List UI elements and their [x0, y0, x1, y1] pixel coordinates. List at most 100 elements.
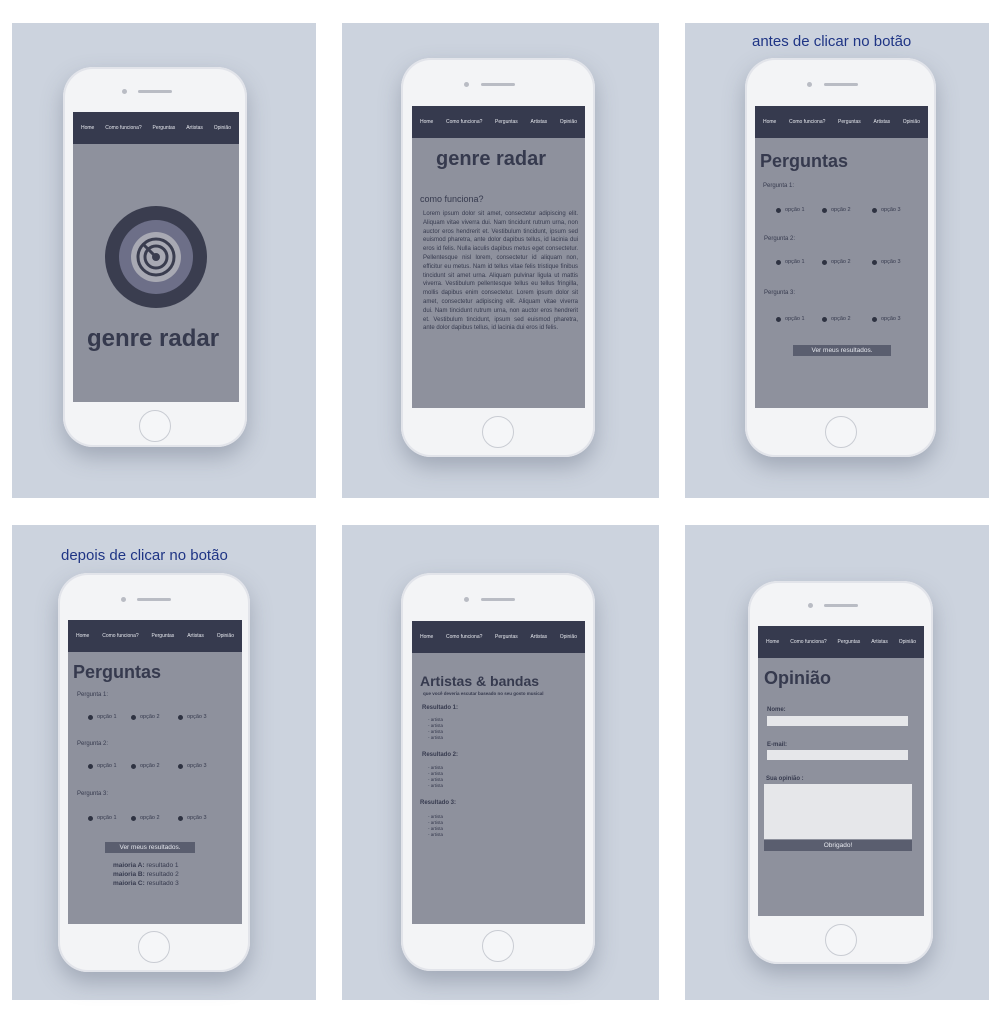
phone-frame: Home Como funciona? Perguntas Artistas O… [401, 58, 595, 457]
ver-resultados-button[interactable]: Ver meus resultados. [105, 842, 195, 853]
radio-icon[interactable] [872, 207, 877, 213]
phone-frame: Home Como funciona? Perguntas Artistas O… [63, 67, 247, 447]
radio-icon[interactable] [872, 316, 877, 322]
radio-icon[interactable] [178, 815, 183, 821]
radio-icon[interactable] [178, 714, 183, 720]
q3-option-3[interactable]: opção 3 [872, 316, 901, 322]
nav-opiniao[interactable]: Opinião [560, 119, 577, 125]
q2-option-1[interactable]: opção 1 [776, 259, 805, 265]
radio-icon[interactable] [131, 763, 136, 769]
speaker-grille [823, 604, 858, 607]
artist-item: - artista [428, 832, 444, 837]
radar-logo-icon [105, 206, 207, 308]
home-title: genre radar [87, 325, 220, 352]
radio-icon[interactable] [88, 763, 93, 769]
q2-option-1[interactable]: opção 1 [88, 763, 117, 769]
nav-home[interactable]: Home [420, 119, 433, 125]
radio-icon[interactable] [178, 763, 183, 769]
nav-perguntas[interactable]: Perguntas [838, 639, 861, 645]
q3-option-2[interactable]: opção 2 [131, 815, 160, 821]
nav-home[interactable]: Home [766, 639, 779, 645]
radio-icon[interactable] [131, 815, 136, 821]
q2-option-3[interactable]: opção 3 [872, 259, 901, 265]
q1-option-3[interactable]: opção 3 [178, 714, 207, 720]
nav-home[interactable]: Home [81, 125, 94, 131]
nav-opiniao[interactable]: Opinião [903, 119, 920, 125]
q1-option-2[interactable]: opção 2 [822, 207, 851, 213]
q1-option-2[interactable]: opção 2 [131, 714, 160, 720]
option-label: opção 1 [785, 259, 805, 265]
front-camera [807, 82, 812, 87]
screen-perguntas-antes: Home Como funciona? Perguntas Artistas O… [755, 106, 928, 408]
nav-perguntas[interactable]: Perguntas [153, 125, 176, 131]
nav-como-funciona[interactable]: Como funciona? [105, 125, 141, 131]
q3-option-2[interactable]: opção 2 [822, 316, 851, 322]
email-field[interactable] [767, 750, 908, 760]
nome-field[interactable] [767, 716, 908, 726]
radio-icon[interactable] [88, 815, 93, 821]
nav-perguntas[interactable]: Perguntas [838, 119, 861, 125]
speaker-grille [137, 598, 171, 601]
page-title: Artistas & bandas [420, 673, 540, 689]
nav-opiniao[interactable]: Opinião [560, 634, 577, 640]
nav-opiniao[interactable]: Opinião [214, 125, 231, 131]
opiniao-textarea[interactable] [764, 784, 912, 839]
front-camera [464, 597, 469, 602]
artist-item: - artista [428, 814, 444, 819]
ver-resultados-button[interactable]: Ver meus resultados. [793, 345, 891, 356]
result-value: resultado 1 [146, 862, 179, 869]
nav-como-funciona[interactable]: Como funciona? [446, 119, 482, 125]
radio-icon[interactable] [776, 316, 781, 322]
artist-item: - artista [428, 777, 444, 782]
radio-icon[interactable] [776, 207, 781, 213]
radio-icon[interactable] [131, 714, 136, 720]
nav-home[interactable]: Home [76, 633, 89, 639]
nav-home[interactable]: Home [420, 634, 433, 640]
nav-perguntas[interactable]: Perguntas [495, 119, 518, 125]
nav-como-funciona[interactable]: Como funciona? [102, 633, 138, 639]
option-label: opção 2 [140, 763, 160, 769]
phone-frame: Home Como funciona? Perguntas Artistas O… [401, 573, 595, 971]
nav-artistas[interactable]: Artistas [871, 639, 888, 645]
nav-bar: Home Como funciona? Perguntas Artistas O… [412, 621, 585, 653]
nav-bar: Home Como funciona? Perguntas Artistas O… [68, 620, 242, 652]
radio-icon[interactable] [822, 259, 827, 265]
nav-artistas[interactable]: Artistas [530, 119, 547, 125]
q1-option-1[interactable]: opção 1 [776, 207, 805, 213]
nav-como-funciona[interactable]: Como funciona? [789, 119, 825, 125]
nav-artistas[interactable]: Artistas [187, 633, 204, 639]
caption-antes: antes de clicar no botão [752, 33, 912, 50]
opiniao-label: Sua opinião : [766, 776, 804, 782]
q3-option-1[interactable]: opção 1 [88, 815, 117, 821]
nav-perguntas[interactable]: Perguntas [152, 633, 175, 639]
nav-opiniao[interactable]: Opinião [217, 633, 234, 639]
q3-option-1[interactable]: opção 1 [776, 316, 805, 322]
screen-artistas: Home Como funciona? Perguntas Artistas O… [412, 621, 585, 924]
q2-option-2[interactable]: opção 2 [131, 763, 160, 769]
nav-home[interactable]: Home [763, 119, 776, 125]
screen-perguntas-depois: Home Como funciona? Perguntas Artistas O… [68, 620, 242, 924]
nav-opiniao[interactable]: Opinião [899, 639, 916, 645]
q1-option-3[interactable]: opção 3 [872, 207, 901, 213]
radio-icon[interactable] [822, 316, 827, 322]
phone-frame: Home Como funciona? Perguntas Artistas O… [58, 573, 250, 972]
radio-icon[interactable] [776, 259, 781, 265]
home-button [138, 931, 170, 963]
nav-perguntas[interactable]: Perguntas [495, 634, 518, 640]
nav-artistas[interactable]: Artistas [530, 634, 547, 640]
nav-como-funciona[interactable]: Como funciona? [790, 639, 826, 645]
obrigado-button[interactable]: Obrigado! [764, 840, 912, 851]
q2-option-3[interactable]: opção 3 [178, 763, 207, 769]
radio-icon[interactable] [872, 259, 877, 265]
q2-option-2[interactable]: opção 2 [822, 259, 851, 265]
front-camera [464, 82, 469, 87]
nav-artistas[interactable]: Artistas [873, 119, 890, 125]
q3-option-3[interactable]: opção 3 [178, 815, 207, 821]
radio-icon[interactable] [88, 714, 93, 720]
radio-icon[interactable] [822, 207, 827, 213]
result-label: maioria B: [113, 871, 145, 878]
question-3-label: Pergunta 3: [764, 290, 796, 296]
q1-option-1[interactable]: opção 1 [88, 714, 117, 720]
nav-como-funciona[interactable]: Como funciona? [446, 634, 482, 640]
nav-artistas[interactable]: Artistas [186, 125, 203, 131]
